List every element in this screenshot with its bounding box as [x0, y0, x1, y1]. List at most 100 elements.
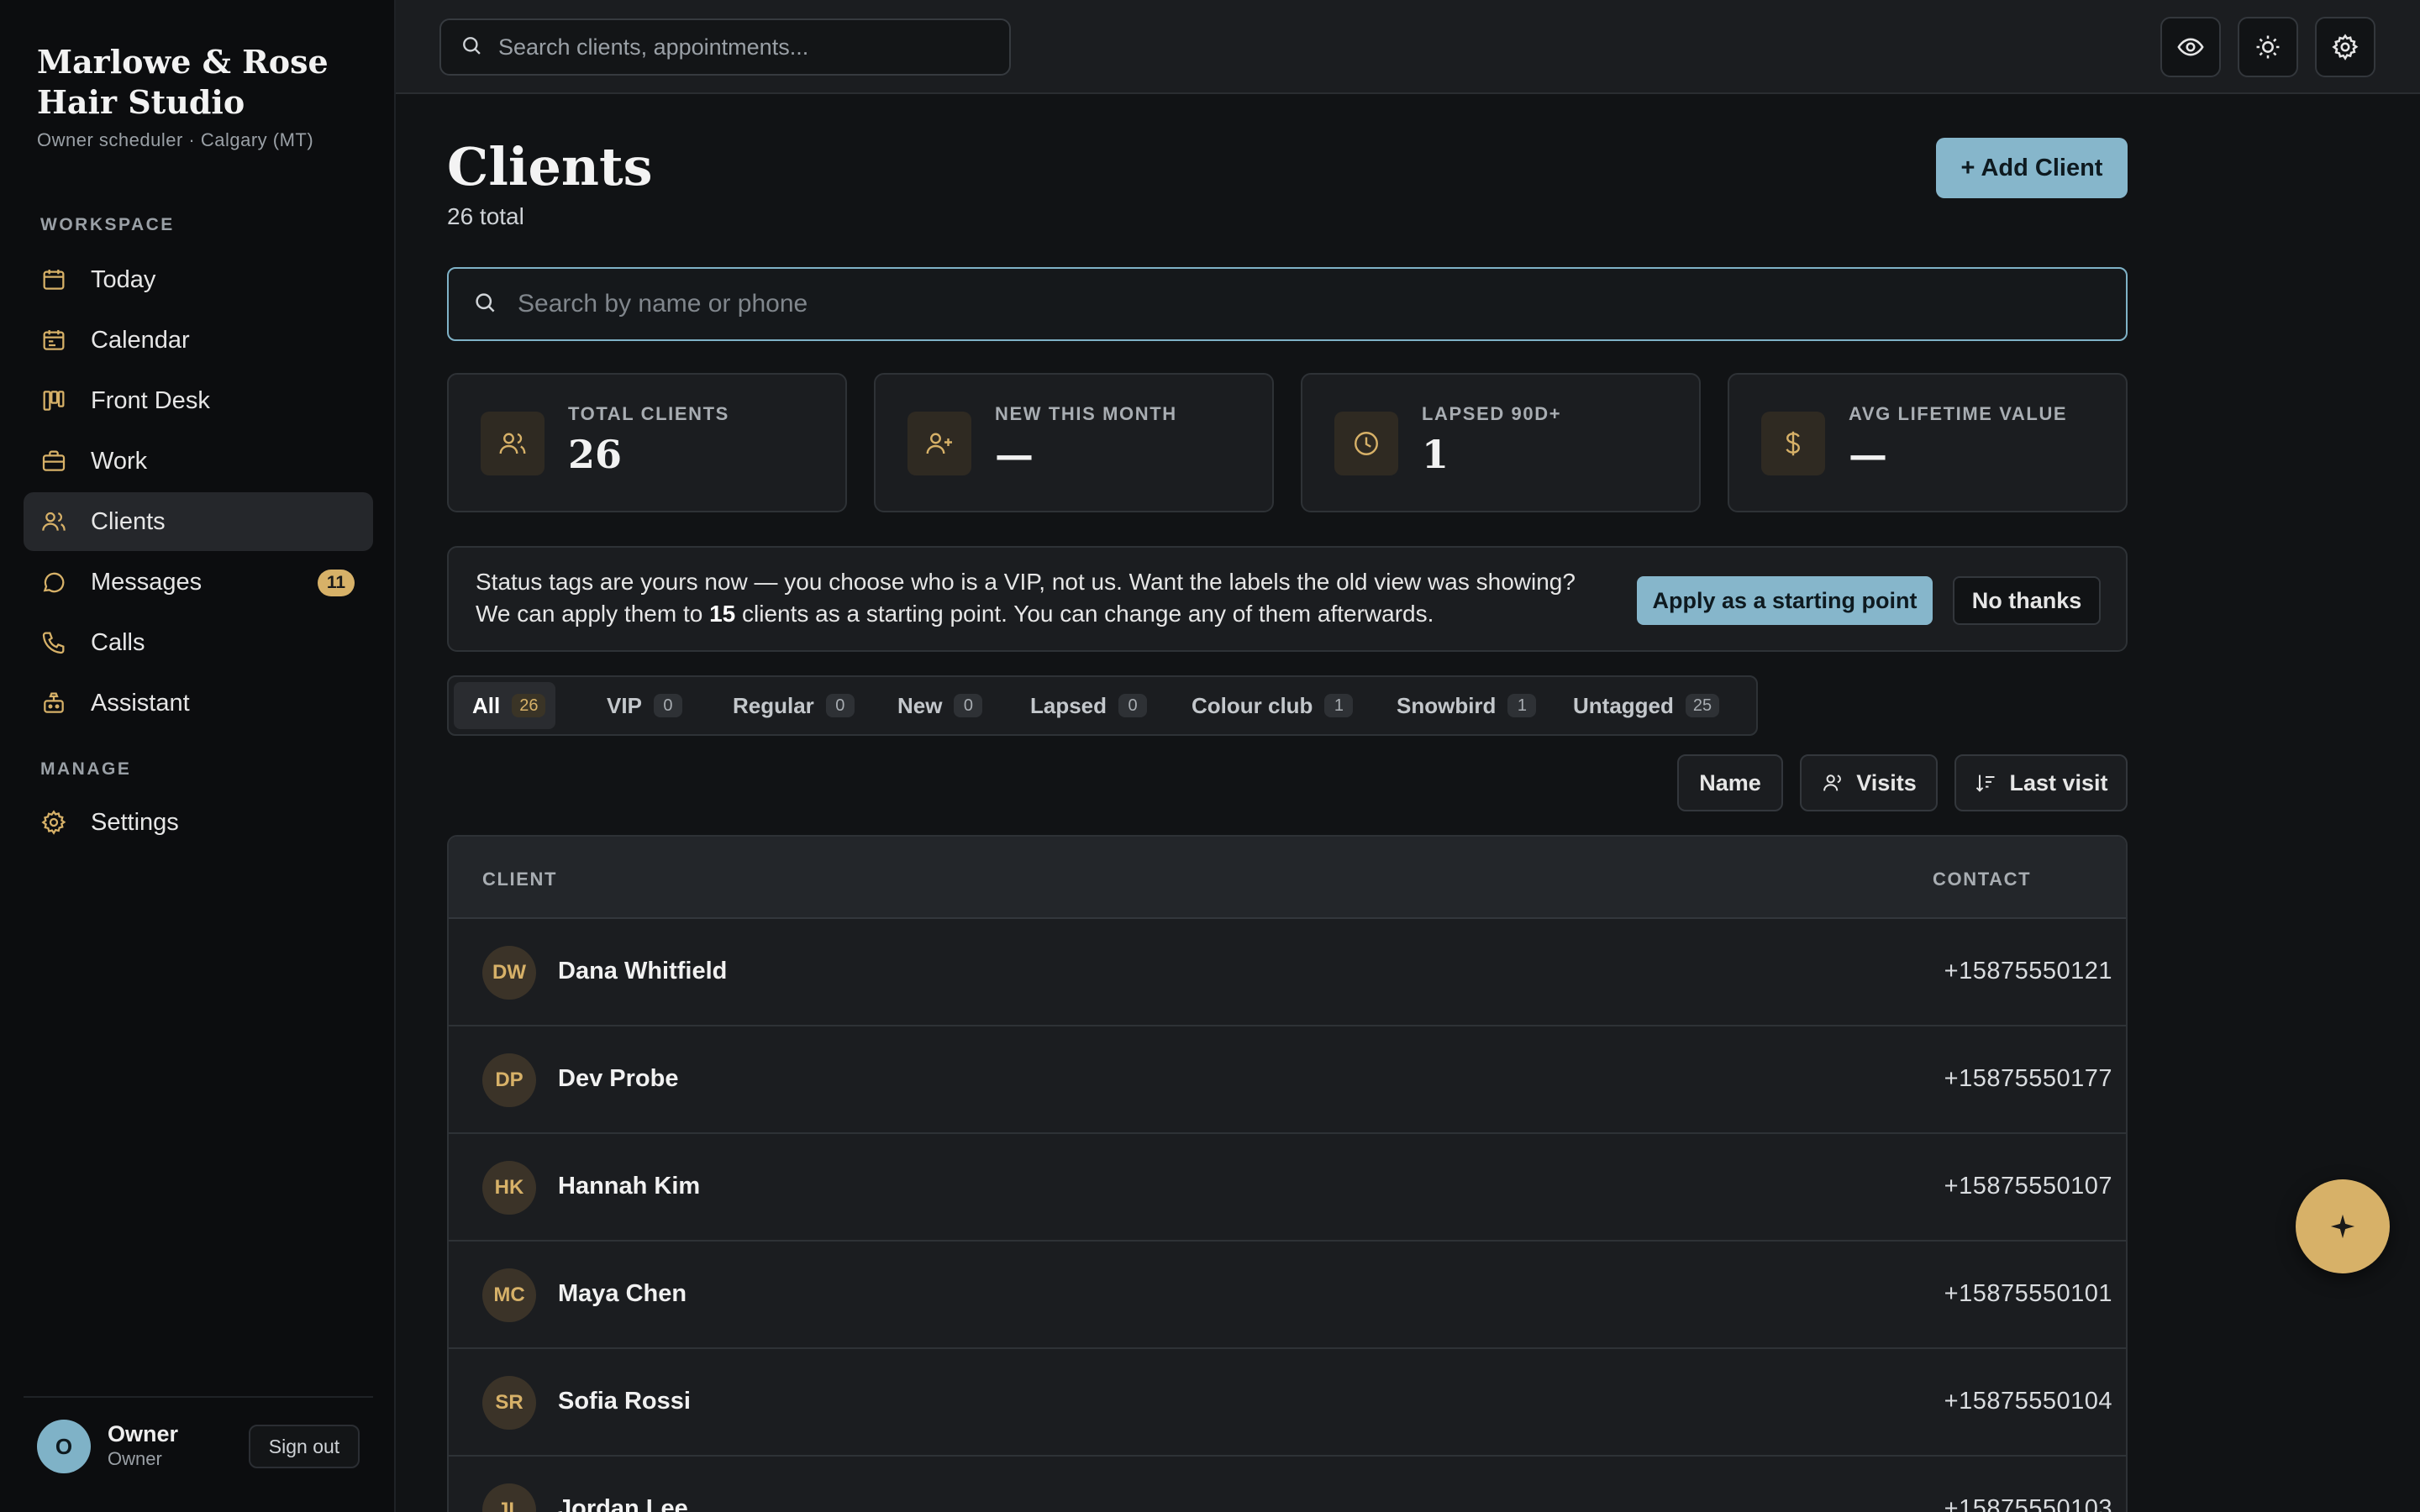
- users-icon: [481, 412, 544, 475]
- sidebar-item-label: Today: [91, 265, 156, 293]
- no-thanks-button[interactable]: No thanks: [1953, 576, 2101, 625]
- client-name[interactable]: Maya Chen: [558, 1280, 687, 1308]
- sidebar-item-label: Front Desk: [91, 386, 210, 414]
- filter-count: 0: [653, 694, 682, 717]
- sidebar-item-messages[interactable]: Messages 11: [24, 553, 373, 612]
- user-role: Owner: [108, 1448, 162, 1469]
- stat-card-new-this-month: NEW THIS MONTH —: [874, 373, 1274, 512]
- sign-out-button[interactable]: Sign out: [249, 1425, 360, 1468]
- apply-starting-point-button[interactable]: Apply as a starting point: [1637, 576, 1933, 625]
- sort-label: Name: [1699, 769, 1761, 795]
- notice-line-1: Status tags are yours now — you choose w…: [476, 569, 1576, 595]
- sidebar-item-label: Calendar: [91, 326, 190, 354]
- tag-filter-bar: All 26 VIP 0 Regular 0 New 0 Lapsed 0 Co…: [447, 675, 1758, 736]
- filter-tab-all[interactable]: All 26: [454, 682, 556, 729]
- filter-tab-colour-club[interactable]: Colour club 1: [1173, 682, 1363, 729]
- sidebar-item-front-desk[interactable]: Front Desk: [24, 371, 373, 430]
- briefcase-icon: [40, 448, 67, 475]
- stat-card-lapsed: LAPSED 90D+ 1: [1301, 373, 1701, 512]
- filter-count: 0: [1118, 694, 1148, 717]
- column-header-contact[interactable]: CONTACT: [1933, 869, 2031, 890]
- sparkle-icon: [2330, 1214, 2355, 1239]
- gear-icon: [2332, 34, 2359, 60]
- avatar: O: [37, 1420, 91, 1473]
- sidebar-item-label: Work: [91, 447, 148, 475]
- filter-count: 0: [825, 694, 855, 717]
- filter-label: Untagged: [1573, 692, 1674, 718]
- filter-count: 0: [954, 694, 983, 717]
- client-name[interactable]: Jordan Lee: [558, 1495, 688, 1512]
- sidebar-footer: O Owner Owner Sign out: [24, 1396, 373, 1497]
- filter-label: All: [472, 692, 501, 718]
- client-name[interactable]: Dana Whitfield: [558, 958, 727, 985]
- client-phone: +15875550104: [1944, 1388, 2112, 1415]
- sidebar-item-settings[interactable]: Settings: [24, 793, 373, 852]
- notice-client-count: 15: [709, 601, 736, 627]
- filter-label: Lapsed: [1030, 692, 1107, 718]
- table-row[interactable]: SR Sofia Rossi +15875550104: [449, 1349, 2126, 1457]
- sort-name-button[interactable]: Name: [1677, 754, 1783, 811]
- filter-tab-snowbird[interactable]: Snowbird 1: [1378, 682, 1546, 729]
- chat-bubble-icon: [40, 569, 67, 596]
- column-header-client[interactable]: CLIENT: [482, 869, 557, 890]
- phone-icon: [40, 629, 67, 656]
- filter-label: Snowbird: [1397, 692, 1497, 718]
- filter-label: Colour club: [1192, 692, 1313, 718]
- sidebar-item-today[interactable]: Today: [24, 250, 373, 309]
- global-search-input[interactable]: Search clients, appointments...: [439, 18, 1011, 76]
- notice-line-2-post: clients as a starting point. You can cha…: [735, 601, 1434, 627]
- user-icon: [1823, 774, 1842, 791]
- filter-tab-vip[interactable]: VIP 0: [588, 682, 692, 729]
- avatar: HK: [482, 1161, 536, 1215]
- filter-tab-new[interactable]: New 0: [879, 682, 992, 729]
- filter-tab-untagged[interactable]: Untagged 25: [1555, 682, 1729, 729]
- client-phone: +15875550101: [1944, 1280, 2112, 1307]
- page-title: Clients: [447, 136, 653, 197]
- search-icon: [472, 290, 497, 319]
- stat-value: 1: [1422, 432, 1449, 477]
- client-phone: +15875550103: [1944, 1495, 2112, 1512]
- dollar-icon: [1761, 412, 1825, 475]
- preview-button[interactable]: [2160, 17, 2221, 77]
- filter-count: 26: [512, 694, 546, 717]
- sort-label: Last visit: [2009, 769, 2108, 795]
- client-name[interactable]: Dev Probe: [558, 1065, 678, 1093]
- stat-value: —: [995, 432, 1034, 477]
- client-name[interactable]: Sofia Rossi: [558, 1388, 691, 1415]
- sidebar-item-work[interactable]: Work: [24, 432, 373, 491]
- filter-label: Regular: [733, 692, 814, 718]
- client-search-input[interactable]: [516, 289, 2028, 319]
- stat-label: NEW THIS MONTH: [995, 403, 1177, 424]
- table-row[interactable]: JL Jordan Lee +15875550103: [449, 1457, 2126, 1512]
- settings-button[interactable]: [2315, 17, 2375, 77]
- sidebar-item-calendar[interactable]: Calendar: [24, 311, 373, 370]
- sidebar-item-calls[interactable]: Calls: [24, 613, 373, 672]
- sort-label: Visits: [1856, 769, 1917, 795]
- client-name[interactable]: Hannah Kim: [558, 1173, 700, 1200]
- assistant-fab-button[interactable]: [2296, 1179, 2390, 1273]
- sidebar-item-label: Calls: [91, 628, 145, 656]
- sidebar-item-clients[interactable]: Clients: [24, 492, 373, 551]
- sidebar-item-assistant[interactable]: Assistant: [24, 674, 373, 732]
- notice-line-2-pre: We can apply them to: [476, 601, 710, 627]
- add-client-button[interactable]: + Add Client: [1936, 138, 2128, 198]
- avatar: MC: [482, 1268, 536, 1322]
- sort-last-visit-button[interactable]: Last visit: [1954, 754, 2128, 811]
- table-row[interactable]: HK Hannah Kim +15875550107: [449, 1134, 2126, 1242]
- sidebar-item-label: Assistant: [91, 689, 190, 717]
- sort-visits-button[interactable]: Visits: [1800, 754, 1938, 811]
- stat-card-avg-lifetime-value: AVG LIFETIME VALUE —: [1728, 373, 2128, 512]
- table-row[interactable]: DP Dev Probe +15875550177: [449, 1026, 2126, 1134]
- eye-icon: [2177, 38, 2204, 56]
- sidebar-item-label: Messages: [91, 568, 203, 596]
- filter-tab-lapsed[interactable]: Lapsed 0: [1012, 682, 1157, 729]
- sidebar-item-label: Clients: [91, 507, 166, 535]
- avatar: DP: [482, 1053, 536, 1107]
- notice-text: Status tags are yours now — you choose w…: [476, 566, 1635, 630]
- theme-toggle-button[interactable]: [2238, 17, 2298, 77]
- avatar: JL: [482, 1483, 536, 1512]
- table-row[interactable]: MC Maya Chen +15875550101: [449, 1242, 2126, 1349]
- filter-tab-regular[interactable]: Regular 0: [714, 682, 865, 729]
- table-row[interactable]: DW Dana Whitfield +15875550121: [449, 919, 2126, 1026]
- global-search-placeholder: Search clients, appointments...: [498, 34, 809, 60]
